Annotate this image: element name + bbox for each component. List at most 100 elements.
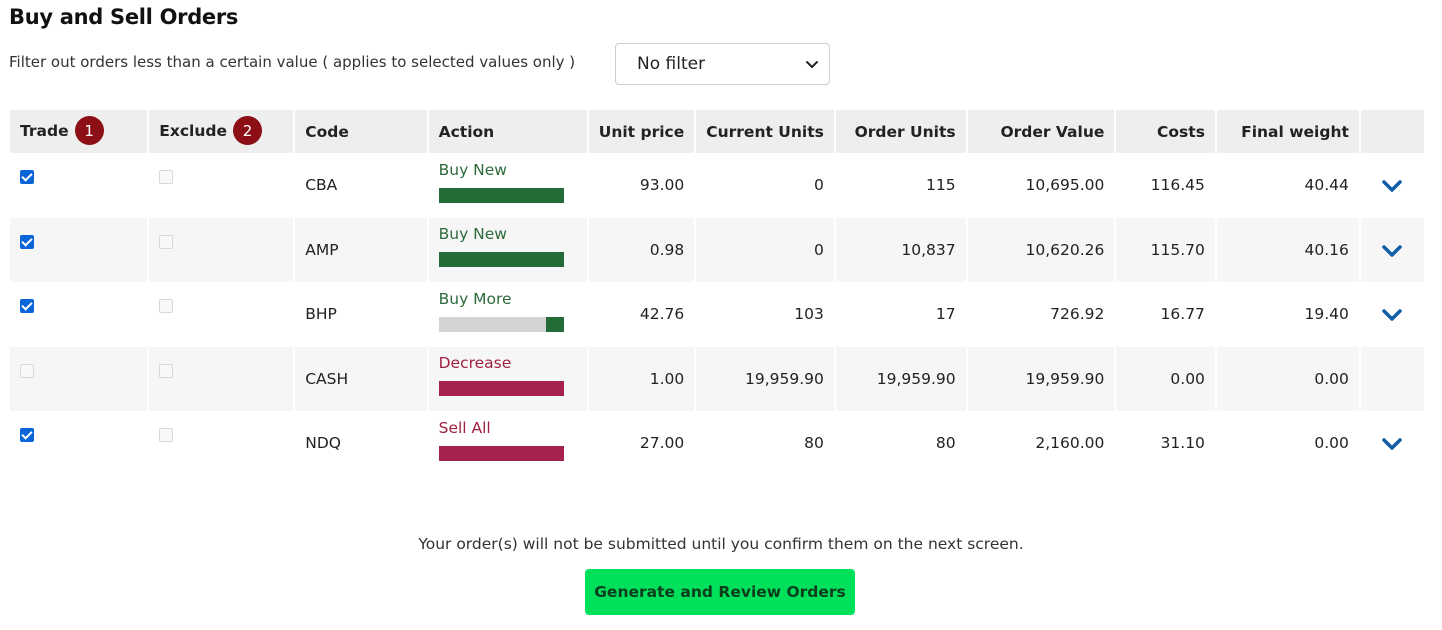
filter-select-value: No filter bbox=[637, 54, 706, 74]
trade-cell bbox=[10, 346, 148, 411]
exclude-checkbox[interactable] bbox=[159, 428, 174, 443]
current-units-cell: 19,959.90 bbox=[696, 346, 834, 411]
unit-price-cell: 27.00 bbox=[639, 434, 685, 453]
unit-price-cell: 42.76 bbox=[639, 305, 685, 324]
final-weight-cell: 0.00 bbox=[1314, 434, 1349, 453]
trade-checkbox[interactable] bbox=[20, 363, 34, 378]
costs-cell: 0.00 bbox=[1116, 346, 1215, 411]
generate-orders-button[interactable]: Generate and Review Orders bbox=[585, 569, 855, 615]
exclude-checkbox[interactable] bbox=[159, 170, 174, 185]
code-cell: AMP bbox=[295, 217, 427, 282]
final-weight-cell: 40.44 bbox=[1304, 176, 1349, 195]
exclude-cell bbox=[149, 153, 293, 218]
action-progress-fill bbox=[546, 316, 564, 332]
action-progress-bar bbox=[438, 445, 564, 461]
exclude-cell bbox=[149, 282, 293, 347]
current-units-cell: 0 bbox=[813, 176, 824, 195]
final-weight-cell: 19.40 bbox=[1304, 305, 1349, 324]
info-badge-exclude[interactable]: 2 bbox=[232, 116, 262, 145]
trade-checkbox[interactable] bbox=[20, 428, 34, 443]
action-label: Buy New bbox=[438, 160, 507, 179]
order-units-cell: 17 bbox=[935, 305, 956, 324]
trade-cell bbox=[10, 217, 148, 282]
chevron-down-icon bbox=[806, 61, 818, 68]
action-cell: Buy New bbox=[428, 217, 587, 282]
order-units-cell: 10,837 bbox=[835, 217, 966, 282]
final-weight-cell: 0.00 bbox=[1216, 346, 1359, 411]
action-progress-bar bbox=[438, 316, 564, 332]
action-cell: Buy More bbox=[429, 282, 587, 347]
current-units-cell: 80 bbox=[804, 434, 824, 453]
unit-price-cell: 93.00 bbox=[639, 176, 685, 195]
action-progress-bar bbox=[438, 252, 564, 268]
costs-cell: 31.10 bbox=[1160, 434, 1205, 453]
page-title: Buy and Sell Orders bbox=[9, 5, 239, 29]
action-progress-bar bbox=[438, 187, 564, 203]
unit-price-cell: 0.98 bbox=[588, 217, 695, 282]
code-cell: CASH bbox=[295, 346, 427, 411]
order-units-cell: 80 bbox=[935, 434, 956, 453]
table-header-row: Trade 1 Exclude 2 Code Action Unit price C… bbox=[10, 110, 1424, 153]
header-expand bbox=[1360, 110, 1424, 153]
unit-price-cell: 1.00 bbox=[588, 346, 695, 411]
chevron-down-icon[interactable] bbox=[1381, 178, 1403, 194]
header-unit-price: Unit price bbox=[588, 110, 695, 153]
header-trade: Trade 1 bbox=[10, 110, 148, 153]
exclude-cell bbox=[149, 346, 294, 411]
order-value-cell: 19,959.90 bbox=[967, 346, 1115, 411]
trade-cell bbox=[10, 282, 147, 347]
header-exclude: Exclude 2 bbox=[149, 110, 294, 153]
header-costs: Costs bbox=[1116, 110, 1215, 153]
trade-checkbox[interactable] bbox=[20, 170, 34, 185]
expand-cell bbox=[1361, 282, 1424, 347]
exclude-checkbox[interactable] bbox=[159, 363, 174, 378]
code-cell: CBA bbox=[305, 176, 338, 195]
order-units-cell: 19,959.90 bbox=[835, 346, 966, 411]
action-progress-bar bbox=[438, 381, 564, 397]
order-units-cell: 115 bbox=[926, 176, 956, 195]
order-value-cell: 726.92 bbox=[1050, 305, 1105, 324]
table-row: AMP Buy New 0.98 0 10,837 10,620.26 115.70 40.1… bbox=[10, 217, 1424, 282]
code-cell: BHP bbox=[305, 305, 337, 324]
expand-cell bbox=[1361, 411, 1424, 476]
costs-cell: 116.45 bbox=[1150, 176, 1205, 195]
trade-checkbox[interactable] bbox=[20, 299, 34, 314]
chevron-down-icon[interactable] bbox=[1381, 243, 1403, 259]
chevron-down-icon[interactable] bbox=[1381, 307, 1403, 323]
action-label: Sell All bbox=[438, 418, 491, 437]
submit-notice: Your order(s) will not be submitted unti… bbox=[418, 535, 1024, 553]
action-cell: Sell All bbox=[429, 411, 587, 476]
header-final-weight: Final weight bbox=[1216, 110, 1359, 153]
action-cell: Decrease bbox=[428, 346, 587, 411]
header-current-units: Current Units bbox=[696, 110, 834, 153]
exclude-cell bbox=[149, 411, 293, 476]
exclude-checkbox[interactable] bbox=[159, 299, 174, 314]
order-value-cell: 10,620.26 bbox=[967, 217, 1115, 282]
info-badge-trade[interactable]: 1 bbox=[74, 116, 104, 145]
orders-body: CBA Buy New 93.00 0 115 10,695.00 116.45 40.44 A… bbox=[10, 153, 1424, 476]
action-label: Buy New bbox=[438, 225, 507, 244]
table-row: NDQ Sell All 27.00 80 80 2,160.00 31.10 0.00 bbox=[10, 411, 1424, 476]
header-order-value: Order Value bbox=[967, 110, 1115, 153]
action-cell: Buy New bbox=[429, 153, 587, 218]
trade-cell bbox=[10, 411, 147, 476]
filter-label: Filter out orders less than a certain va… bbox=[9, 53, 576, 71]
header-code: Code bbox=[295, 110, 427, 153]
action-label: Decrease bbox=[438, 354, 512, 373]
trade-checkbox[interactable] bbox=[20, 234, 34, 249]
costs-cell: 115.70 bbox=[1116, 217, 1215, 282]
expand-cell bbox=[1361, 153, 1424, 218]
filter-select[interactable]: No filter bbox=[615, 43, 830, 85]
table-row: BHP Buy More 42.76 103 17 726.92 16.77 19.40 bbox=[10, 282, 1424, 347]
header-action: Action bbox=[428, 110, 587, 153]
chevron-down-icon[interactable] bbox=[1381, 436, 1403, 452]
expand-cell bbox=[1360, 217, 1424, 282]
exclude-cell bbox=[149, 217, 294, 282]
exclude-checkbox[interactable] bbox=[159, 234, 174, 249]
current-units-cell: 103 bbox=[794, 305, 824, 324]
table-row: CBA Buy New 93.00 0 115 10,695.00 116.45 40.44 bbox=[10, 153, 1424, 218]
current-units-cell: 0 bbox=[696, 217, 834, 282]
order-value-cell: 10,695.00 bbox=[1025, 176, 1105, 195]
orders-table: Trade 1 Exclude 2 Code Action Unit price C… bbox=[8, 110, 1426, 476]
final-weight-cell: 40.16 bbox=[1216, 217, 1359, 282]
